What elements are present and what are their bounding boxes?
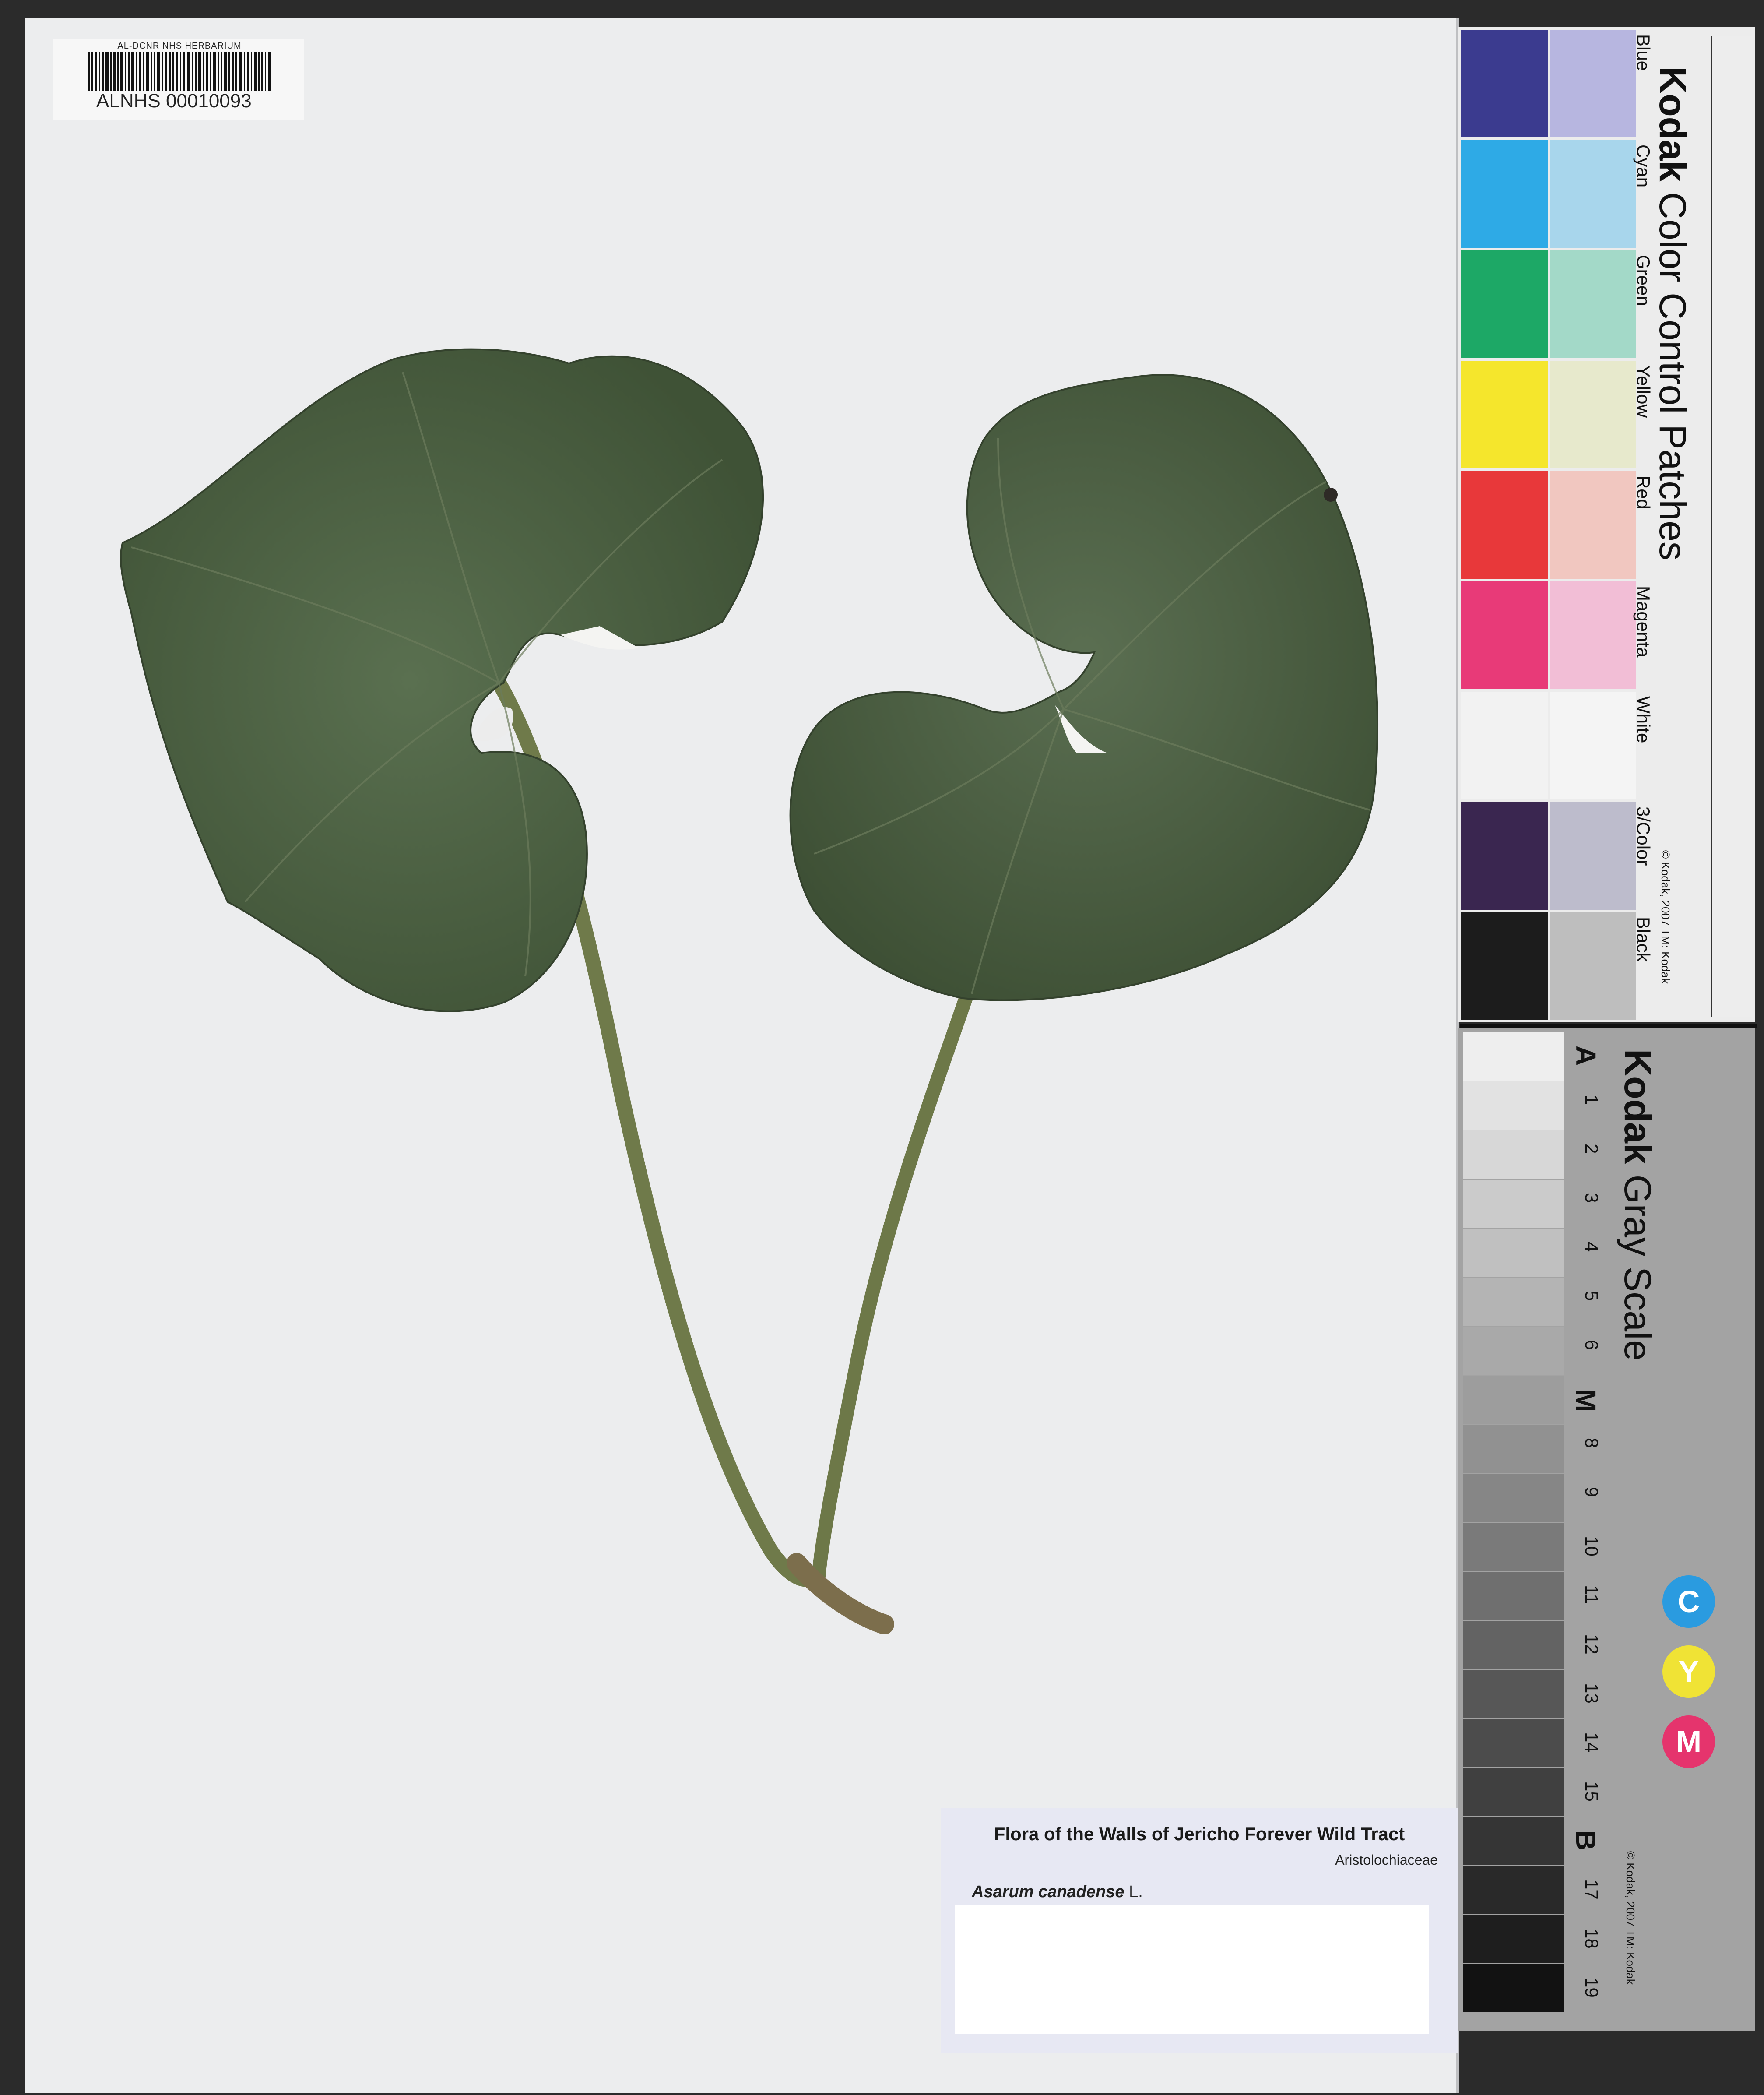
gray-step-label: 2	[1581, 1144, 1602, 1154]
gray-step	[1463, 1866, 1564, 1914]
color-card-copyright: © Kodak, 2007 TM: Kodak	[1659, 850, 1672, 984]
patch-label: Green	[1633, 255, 1654, 306]
gray-step	[1463, 1130, 1564, 1179]
patch-label: Yellow	[1633, 365, 1654, 418]
gray-scale-card: Kodak Gray Scale © Kodak, 2007 TM: Kodak…	[1458, 1028, 1755, 2031]
gray-step	[1463, 1670, 1564, 1718]
gray-step-label: M	[1570, 1389, 1602, 1412]
light-patch-blue	[1550, 30, 1636, 137]
color-card-subtitle: Color Control Patches	[1652, 192, 1694, 561]
cym-dot-y: Y	[1662, 1645, 1715, 1698]
label-title: Flora of the Walls of Jericho Forever Wi…	[994, 1824, 1405, 1844]
light-patch-cyan	[1550, 140, 1636, 248]
gray-step	[1463, 1425, 1564, 1473]
gray-step-label: 3	[1581, 1193, 1602, 1203]
gray-step-label: 1	[1581, 1095, 1602, 1105]
light-patch-magenta	[1550, 581, 1636, 689]
gray-step-label: 13	[1581, 1683, 1602, 1704]
gray-step-label: 6	[1581, 1340, 1602, 1350]
gray-step-label: 17	[1581, 1879, 1602, 1900]
gray-step-label: 5	[1581, 1291, 1602, 1301]
species-name: Asarum canadense	[972, 1883, 1124, 1901]
gray-card-brand: Kodak	[1616, 1049, 1659, 1164]
color-patch-cyan	[1461, 140, 1548, 248]
color-control-card: Kodak Color Control Patches © Kodak, 200…	[1458, 27, 1755, 1022]
patch-label: Magenta	[1633, 586, 1654, 658]
right-leaf	[789, 374, 1378, 1001]
gray-step-label: 9	[1581, 1487, 1602, 1497]
patch-label: Blue	[1633, 34, 1654, 71]
gray-step-label: 12	[1581, 1634, 1602, 1655]
cym-dot-c: C	[1662, 1575, 1715, 1628]
gray-step	[1463, 1229, 1564, 1277]
light-patch-3-color	[1550, 802, 1636, 910]
species-author: L.	[1129, 1883, 1143, 1901]
gray-step	[1463, 1376, 1564, 1424]
label-species: Asarum canadense L.	[972, 1883, 1143, 1901]
gray-step	[1463, 1621, 1564, 1669]
patch-label: Red	[1633, 475, 1654, 510]
gray-step-label: 19	[1581, 1977, 1602, 1998]
ruler-strip	[1711, 36, 1752, 1017]
gray-step	[1463, 1964, 1564, 2012]
cym-dot-m: M	[1662, 1715, 1715, 1768]
gray-step	[1463, 1817, 1564, 1865]
gray-step	[1463, 1572, 1564, 1620]
gray-card-copyright: © Kodak, 2007 TM: Kodak	[1624, 1851, 1637, 1985]
gray-step-label: 18	[1581, 1928, 1602, 1949]
color-card-brand: Kodak	[1652, 67, 1694, 182]
gray-step	[1463, 1523, 1564, 1571]
gray-step-label: 14	[1581, 1732, 1602, 1753]
patch-label: Cyan	[1633, 144, 1654, 188]
left-leaf	[120, 348, 764, 1012]
gray-step-label: 4	[1581, 1242, 1602, 1252]
collection-label: Flora of the Walls of Jericho Forever Wi…	[941, 1808, 1458, 2053]
color-patch-green	[1461, 250, 1548, 358]
gray-step	[1463, 1278, 1564, 1326]
light-patch-yellow	[1550, 361, 1636, 468]
rhizome	[787, 1553, 894, 1634]
color-patch-magenta	[1461, 581, 1548, 689]
right-petiole	[812, 987, 974, 1583]
light-patch-red	[1550, 471, 1636, 579]
color-card-title: Kodak Color Control Patches	[1651, 67, 1694, 560]
gray-step-label: 11	[1581, 1585, 1602, 1604]
color-patch-red	[1461, 471, 1548, 579]
gray-step-label: A	[1570, 1046, 1602, 1066]
light-patch-black	[1550, 912, 1636, 1020]
gray-card-subtitle: Gray Scale	[1616, 1174, 1659, 1361]
gray-step	[1463, 1719, 1564, 1767]
gray-step	[1463, 1081, 1564, 1130]
gray-step	[1463, 1032, 1564, 1081]
patch-label: 3/Color	[1633, 806, 1654, 866]
patch-label: White	[1633, 696, 1654, 743]
label-family: Aristolochiaceae	[1335, 1852, 1438, 1868]
redacted-area	[955, 1905, 1429, 2034]
gray-step	[1463, 1180, 1564, 1228]
gray-step	[1463, 1474, 1564, 1522]
color-patch-blue	[1461, 30, 1548, 137]
gray-step-label: B	[1570, 1830, 1602, 1851]
gray-step	[1463, 1327, 1564, 1375]
card-divider	[1460, 1024, 1757, 1028]
light-patch-white	[1550, 692, 1636, 799]
color-patch-white	[1461, 692, 1548, 799]
light-patch-green	[1550, 250, 1636, 358]
gray-step-label: 8	[1581, 1438, 1602, 1448]
gray-step-label: 10	[1581, 1536, 1602, 1556]
gray-step	[1463, 1768, 1564, 1816]
gray-step-label: 15	[1581, 1781, 1602, 1802]
patch-label: Black	[1633, 917, 1654, 962]
gray-step	[1463, 1915, 1564, 1963]
color-patch-3-color	[1461, 802, 1548, 910]
color-patch-yellow	[1461, 361, 1548, 468]
color-patch-black	[1461, 912, 1548, 1020]
gray-card-title: Kodak Gray Scale	[1616, 1049, 1659, 1361]
